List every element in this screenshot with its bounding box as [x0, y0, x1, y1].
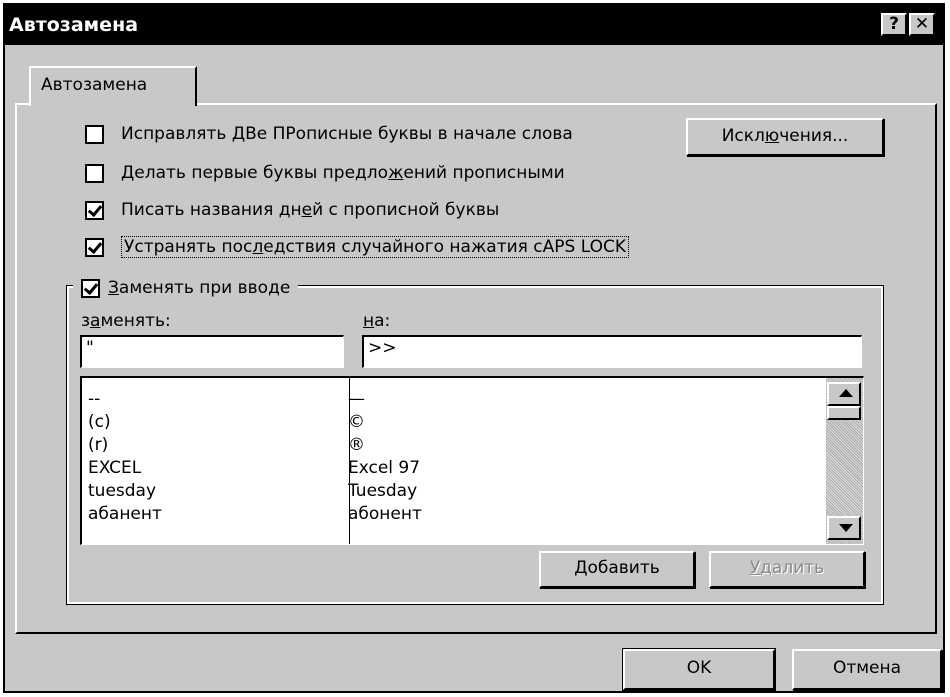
replace-as-you-type-option[interactable]: Заменять при вводе — [73, 275, 299, 301]
checkbox[interactable] — [85, 237, 104, 257]
close-icon: ✕ — [914, 14, 930, 34]
autocorrect-dialog: Автозамена ? ✕ Автозамена Исправлять ДВе… — [3, 3, 945, 693]
title-bar: Автозамена ? ✕ — [5, 5, 943, 45]
window-title: Автозамена — [9, 14, 139, 36]
replace-field[interactable]: " — [80, 335, 344, 368]
add-button[interactable]: Добавить — [539, 551, 695, 588]
checkbox[interactable] — [85, 163, 104, 183]
with-label: на: — [363, 311, 391, 331]
checkbox[interactable] — [81, 278, 100, 298]
list-item[interactable]: tuesday Tuesday — [82, 481, 828, 503]
cancel-button[interactable]: Отмена — [792, 649, 942, 690]
checkbox[interactable] — [85, 124, 104, 144]
close-button[interactable]: ✕ — [909, 13, 935, 36]
with-field[interactable]: >> — [362, 335, 862, 368]
replacement-list[interactable]: -- — (c) © (r) ® EXCEL Excel 97 tuesday … — [80, 376, 864, 545]
option-correct-caps-lock[interactable]: Устранять последствия случайного нажатия… — [85, 234, 629, 260]
scroll-thumb[interactable] — [827, 406, 861, 420]
ok-button[interactable]: OK — [622, 648, 776, 691]
checkbox[interactable] — [85, 200, 104, 220]
option-capitalize-day-names[interactable]: Писать названия дней с прописной буквы — [85, 197, 499, 223]
option-label: Писать названия дней с прописной буквы — [121, 200, 500, 220]
list-item[interactable]: -- — — [82, 389, 828, 411]
arrow-up-icon — [839, 389, 853, 397]
replace-as-you-type-label: Заменять при вводе — [108, 278, 291, 298]
help-icon: ? — [889, 14, 899, 34]
option-capitalize-sentences[interactable]: Делать первые буквы предложений прописны… — [85, 160, 565, 186]
exceptions-button[interactable]: Исключения... — [686, 118, 884, 156]
vertical-scrollbar[interactable] — [826, 378, 863, 544]
tab-autocorrect[interactable]: Автозамена — [29, 66, 197, 106]
list-item[interactable]: (r) ® — [82, 435, 828, 457]
option-correct-two-initial-capitals[interactable]: Исправлять ДВе ПРописные буквы в начале … — [85, 121, 573, 147]
option-label: Устранять последствия случайного нажатия… — [121, 236, 629, 258]
help-button[interactable]: ? — [881, 13, 907, 36]
list-item[interactable]: абанент абонент — [82, 504, 828, 526]
list-item[interactable]: (c) © — [82, 412, 828, 434]
scroll-down-button[interactable] — [827, 516, 861, 540]
delete-button[interactable]: Удалить — [709, 551, 865, 588]
option-label: Исправлять ДВе ПРописные буквы в начале … — [121, 124, 573, 144]
list-item[interactable]: EXCEL Excel 97 — [82, 458, 828, 480]
tab-label: Автозамена — [41, 75, 148, 95]
replace-label: заменять: — [81, 311, 171, 331]
arrow-down-icon — [839, 524, 853, 532]
option-label: Делать первые буквы предложений прописны… — [121, 163, 565, 183]
scroll-up-button[interactable] — [827, 382, 861, 406]
